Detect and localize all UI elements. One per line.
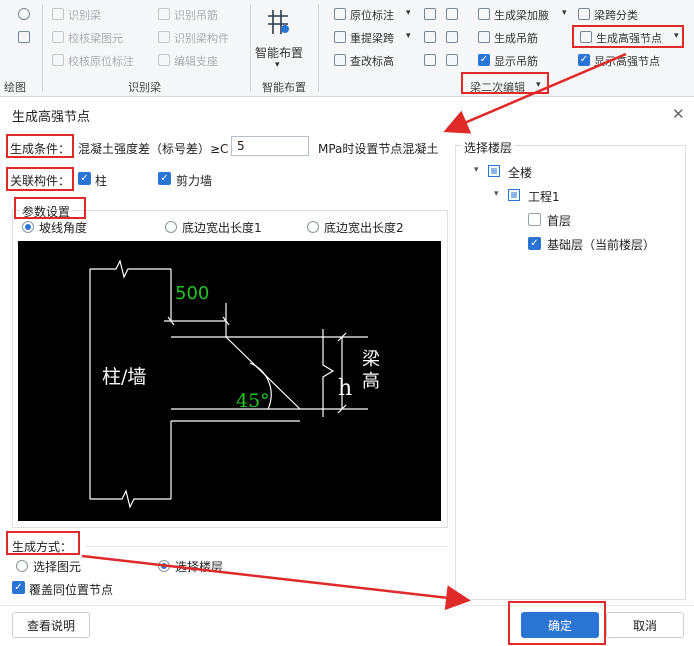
arrow-to-dialog	[443, 52, 627, 134]
annotation-arrows	[81, 52, 627, 611]
arrow-to-ok	[81, 554, 471, 611]
